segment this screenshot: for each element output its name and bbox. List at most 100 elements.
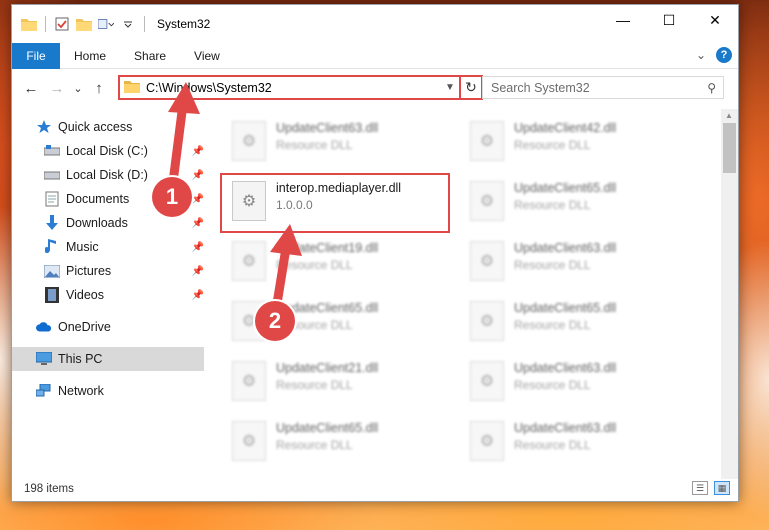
address-path[interactable]: C:\Windows\System32 (120, 80, 441, 96)
scroll-up-icon[interactable]: ▲ (725, 111, 733, 120)
file-item[interactable]: ⚙ UpdateClient63.dll Resource DLL (462, 237, 662, 287)
file-item[interactable]: ⚙ UpdateClient65.dll Resource DLL (462, 177, 662, 227)
navigation-bar: ← → ⌄ ↑ C:\Windows\System32 ▼ ↻ Search S… (12, 69, 738, 107)
tab-home[interactable]: Home (60, 43, 120, 69)
minimize-button[interactable]: — (600, 5, 646, 35)
file-description: Resource DLL (514, 318, 591, 332)
chevron-down-icon[interactable]: ▼ (441, 82, 459, 93)
sidebar-item-network[interactable]: Network (12, 379, 204, 403)
sidebar-item-label: Documents (66, 192, 130, 206)
file-name: UpdateClient65.dll (276, 421, 379, 435)
file-description: Resource DLL (514, 258, 591, 272)
file-item[interactable]: ⚙ UpdateClient63.dll Resource DLL (462, 357, 662, 407)
file-description: Resource DLL (514, 378, 591, 392)
file-item[interactable]: ⚙ UpdateClient63.dll Resource DLL (462, 417, 662, 467)
file-explorer-window: System32 — ☐ ✕ File Home Share View ⌄ ? … (11, 4, 739, 502)
navigation-pane: Quick access Local Disk (C:) 📌 Local Dis… (12, 109, 204, 479)
up-button[interactable]: ↑ (86, 75, 112, 101)
pin-icon[interactable]: 📌 (192, 242, 204, 253)
sidebar-item-videos[interactable]: Videos 📌 (12, 283, 204, 307)
back-button[interactable]: ← (18, 75, 44, 101)
file-name: UpdateClient65.dll (276, 301, 379, 315)
status-bar: 198 items ☰ ▦ (12, 477, 738, 501)
sidebar-item-documents[interactable]: Documents 📌 (12, 187, 204, 211)
expand-ribbon-icon[interactable]: ⌄ (696, 48, 706, 62)
vertical-scrollbar[interactable]: ▲ (721, 109, 738, 479)
sidebar-item-pictures[interactable]: Pictures 📌 (12, 259, 204, 283)
tab-file[interactable]: File (12, 42, 60, 69)
file-item[interactable]: ⚙ UpdateClient63.dll Resource DLL (224, 117, 424, 167)
properties-icon[interactable] (54, 16, 70, 32)
file-item[interactable]: ⚙ UpdateClient42.dll Resource DLL (462, 117, 662, 167)
search-input[interactable]: Search System32 (491, 81, 590, 95)
search-box[interactable]: Search System32 ⚲ (482, 76, 724, 99)
file-item[interactable]: ⚙ UpdateClient21.dll Resource DLL (224, 357, 424, 407)
search-icon[interactable]: ⚲ (707, 81, 716, 95)
dll-file-icon: ⚙ (232, 241, 266, 281)
window-title: System32 (157, 17, 211, 31)
pictures-icon (44, 263, 60, 279)
dll-file-icon: ⚙ (470, 181, 504, 221)
sidebar-item-label: Pictures (66, 264, 112, 278)
file-item[interactable]: ⚙ UpdateClient19.dll Resource DLL (224, 237, 424, 287)
computer-icon (36, 351, 52, 367)
refresh-button[interactable]: ↻ (459, 77, 481, 98)
file-name: UpdateClient21.dll (276, 361, 379, 375)
videos-icon (44, 287, 60, 303)
pin-icon[interactable]: 📌 (192, 170, 204, 181)
pin-icon[interactable]: 📌 (192, 290, 204, 301)
view-switcher: ☰ ▦ (692, 481, 730, 495)
details-view-icon[interactable]: ☰ (692, 481, 708, 495)
dll-file-icon: ⚙ (232, 181, 266, 221)
file-description: Resource DLL (276, 318, 353, 332)
sidebar-item-label: Local Disk (D:) (66, 168, 148, 182)
sidebar-item-local-disk-d[interactable]: Local Disk (D:) 📌 (12, 163, 204, 187)
sidebar-item-label: Downloads (66, 216, 128, 230)
tiles-view-icon[interactable]: ▦ (714, 481, 730, 495)
file-item[interactable]: ⚙ UpdateClient65.dll Resource DLL (224, 297, 424, 347)
file-description: Resource DLL (276, 138, 353, 152)
address-bar[interactable]: C:\Windows\System32 ▼ ↻ (118, 75, 483, 100)
title-bar: System32 — ☐ ✕ (12, 5, 738, 43)
dll-file-icon: ⚙ (470, 301, 504, 341)
drive-icon (44, 143, 60, 159)
close-button[interactable]: ✕ (692, 5, 738, 35)
sidebar-item-label: Quick access (58, 120, 133, 134)
file-name: UpdateClient65.dll (514, 181, 617, 195)
pin-icon[interactable]: 📌 (192, 218, 204, 229)
scrollbar-thumb[interactable] (723, 123, 736, 173)
file-item[interactable]: ⚙ UpdateClient65.dll Resource DLL (462, 297, 662, 347)
sidebar-item-local-disk-c[interactable]: Local Disk (C:) 📌 (12, 139, 204, 163)
pin-icon[interactable]: 📌 (192, 266, 204, 277)
sidebar-item-downloads[interactable]: Downloads 📌 (12, 211, 204, 235)
tab-view[interactable]: View (180, 43, 234, 69)
explorer-body: Quick access Local Disk (C:) 📌 Local Dis… (12, 109, 738, 479)
file-item-interop-mediaplayer[interactable]: ⚙ interop.mediaplayer.dll 1.0.0.0 (220, 173, 450, 233)
sidebar-item-music[interactable]: Music 📌 (12, 235, 204, 259)
sidebar-item-label: Local Disk (C:) (66, 144, 148, 158)
drive-icon (44, 167, 60, 183)
file-name: UpdateClient65.dll (514, 301, 617, 315)
sidebar-item-label: OneDrive (58, 320, 111, 334)
file-description: Resource DLL (276, 438, 353, 452)
toolbar-dropdown-icon[interactable] (120, 16, 136, 32)
sidebar-item-this-pc[interactable]: This PC (12, 347, 204, 371)
dll-file-icon: ⚙ (232, 121, 266, 161)
file-description: Resource DLL (276, 378, 353, 392)
maximize-button[interactable]: ☐ (646, 5, 692, 35)
new-folder-icon[interactable] (76, 16, 92, 32)
pin-icon[interactable]: 📌 (192, 146, 204, 157)
customize-toolbar-icon[interactable] (98, 16, 114, 32)
sidebar-item-label: Music (66, 240, 99, 254)
help-icon[interactable]: ? (716, 47, 732, 63)
sidebar-item-quick-access[interactable]: Quick access (12, 115, 204, 139)
quick-access-toolbar (12, 16, 147, 32)
sidebar-item-onedrive[interactable]: OneDrive (12, 315, 204, 339)
recent-locations-button[interactable]: ⌄ (70, 75, 86, 101)
file-item[interactable]: ⚙ UpdateClient65.dll Resource DLL (224, 417, 424, 467)
sidebar-item-label: Videos (66, 288, 104, 302)
tab-share[interactable]: Share (120, 43, 180, 69)
pin-icon[interactable]: 📌 (192, 194, 204, 205)
dll-file-icon: ⚙ (470, 421, 504, 461)
forward-button[interactable]: → (44, 75, 70, 101)
